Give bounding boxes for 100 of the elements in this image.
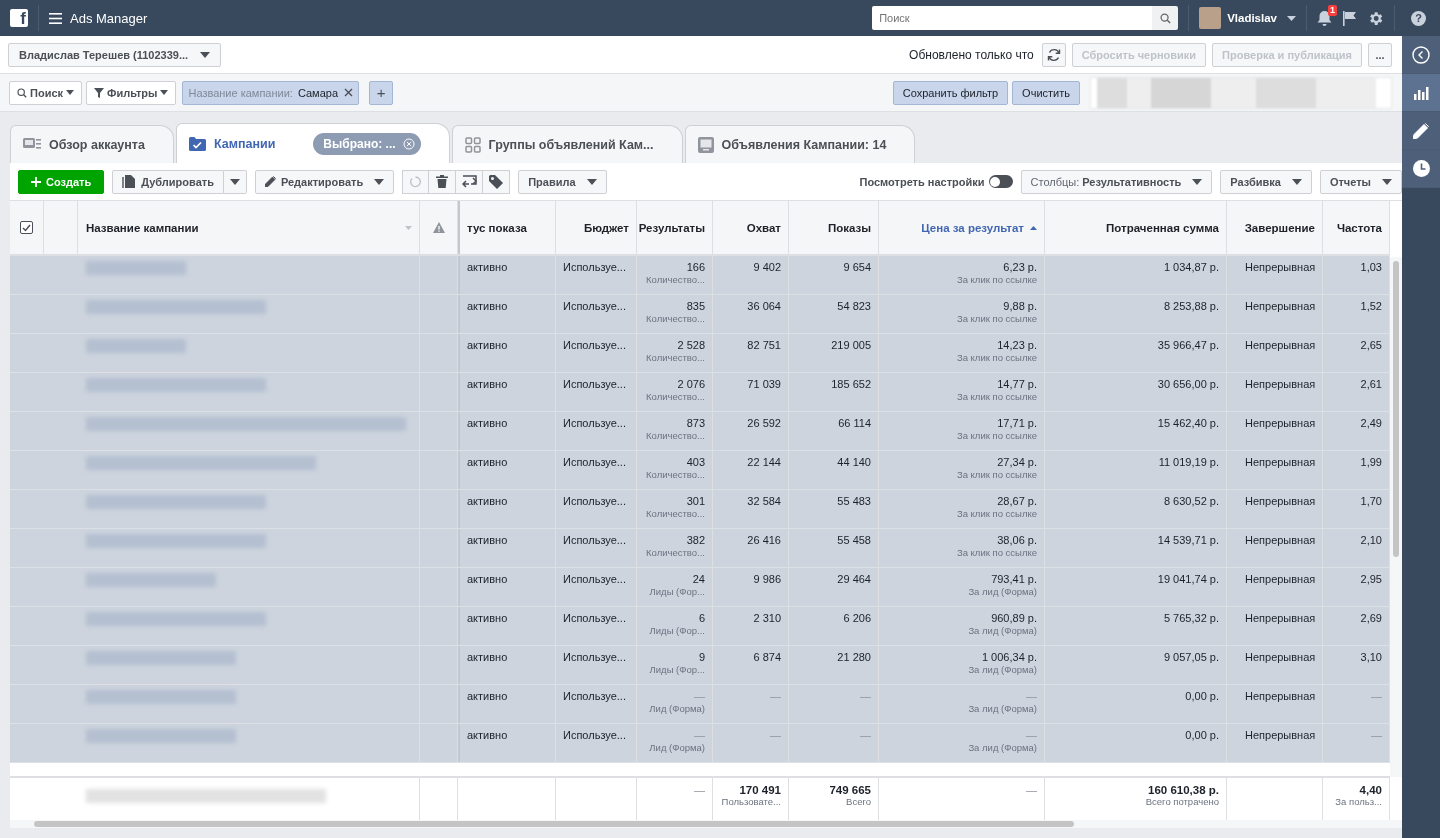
table-row[interactable]: активно Используе... — Лид (Форма) — — — За лид (Форма) 0,00 р. Непрерывная — — [10, 685, 1390, 724]
table-cell: — — [694, 690, 705, 702]
columns-dropdown[interactable]: Столбцы: Результативность — [1020, 169, 1213, 194]
flag-icon[interactable] — [1342, 10, 1357, 26]
column-header[interactable]: Охват — [746, 221, 781, 234]
menu-icon[interactable] — [49, 12, 62, 24]
account-selector[interactable]: Владислав Терешев (1102339... — [8, 42, 222, 67]
filter-chip-label: Название кампании: — [188, 86, 293, 99]
column-header[interactable]: Частота — [1336, 221, 1382, 234]
table-cell: — — [1371, 729, 1382, 741]
table-row[interactable]: активно Используе... — Лид (Форма) — — — За лид (Форма) 0,00 р. Непрерывная — — [10, 724, 1390, 763]
edit-button[interactable] — [1402, 112, 1440, 150]
table-cell: 19 041,74 р. — [1157, 573, 1219, 585]
tab[interactable]: Группы объявлений Кам... — [451, 125, 683, 163]
table-cell: Лид (Форма) — [649, 703, 705, 714]
column-header[interactable]: тус показа — [467, 221, 527, 234]
column-header[interactable]: Потраченная сумма — [1106, 221, 1219, 234]
swap-button[interactable] — [456, 169, 484, 194]
total-cell: — — [694, 784, 705, 796]
table-cell: За клик по ссылке — [956, 547, 1037, 558]
table-cell: Непрерывная — [1245, 534, 1316, 546]
bar-chart-icon — [1413, 84, 1429, 101]
table-row[interactable]: активно Используе... 2 076 Количество... 71 039 185 652 14,77 р. За клик по ссылке 30 656,00 р. Непрерывная 2,61 — [10, 373, 1390, 412]
scrollbar-thumb[interactable] — [34, 821, 1074, 827]
table-row[interactable]: активно Используе... 301 Количество... 32 584 55 483 28,67 р. За клик по ссылке 8 630,52 р. Непрерывная 1,70 — [10, 490, 1390, 529]
settings-icon[interactable] — [1367, 9, 1384, 27]
table-cell: 1,99 — [1360, 456, 1382, 468]
table-cell: 793,41 р. — [991, 573, 1037, 585]
close-icon[interactable] — [344, 88, 353, 97]
column-header[interactable]: Показы — [827, 221, 871, 234]
add-filter-button[interactable]: + — [369, 80, 393, 105]
table-cell: 1 006,34 р. — [981, 651, 1037, 663]
search-field[interactable]: Поиск — [872, 6, 1153, 30]
refresh-button[interactable] — [1041, 42, 1066, 67]
help-button[interactable]: ? — [1411, 10, 1426, 26]
column-header[interactable]: Название кампании — [86, 221, 199, 234]
search-icon — [1159, 12, 1171, 24]
tab[interactable]: Объявления Кампании: 14 — [684, 125, 916, 163]
column-header[interactable]: Завершение — [1244, 221, 1315, 234]
bell-icon[interactable] — [1317, 10, 1332, 26]
table-cell: Непрерывная — [1245, 339, 1316, 351]
duplicate-button[interactable]: Дублировать — [112, 169, 224, 194]
table-cell: 1,70 — [1360, 495, 1382, 507]
table-cell: 55 458 — [837, 534, 871, 546]
column-header[interactable]: Цена за результат — [921, 221, 1024, 234]
table-row[interactable]: активно Используе... 6 Лиды (Фор... 2 310 6 206 960,89 р. За лид (Форма) 5 765,32 р. Непрерывная 2,69 — [10, 607, 1390, 646]
rules-button[interactable]: Правила — [518, 169, 607, 194]
table-cell: 29 464 — [837, 573, 871, 585]
edit-button[interactable]: Редактировать — [254, 169, 395, 194]
tag-button[interactable] — [483, 169, 511, 194]
delete-button[interactable] — [429, 169, 457, 194]
table-cell: 6 874 — [753, 651, 781, 663]
total-label: Всего — [846, 796, 871, 807]
table-cell: За лид (Форма) — [968, 586, 1037, 597]
table-cell: Количество... — [646, 430, 705, 441]
table-cell: Лиды (Фор... — [649, 586, 705, 597]
caret-icon[interactable] — [1287, 15, 1296, 21]
filter-chip[interactable]: Название кампании: Самара — [182, 80, 359, 105]
table-cell: За лид (Форма) — [968, 703, 1037, 714]
search-button[interactable] — [1152, 6, 1179, 30]
scrollbar-thumb[interactable] — [1393, 261, 1399, 557]
table-row[interactable]: активно Используе... 166 Количество... 9 402 9 654 6,23 р. За клик по ссылке 1 034,87 р. Непрерывная 1,03 — [10, 256, 1390, 295]
table-row[interactable]: активно Используе... 9 Лиды (Фор... 6 874 21 280 1 006,34 р. За лид (Форма) 9 057,05 р. Непрерывная 3,10 — [10, 646, 1390, 685]
tab[interactable]: Обзор аккаунта — [10, 125, 174, 163]
table-row[interactable]: активно Используе... 2 528 Количество... 82 751 219 005 14,23 р. За клик по ссылке 35 966,47 р. Непрерывная 2,65 — [10, 334, 1390, 373]
column-header[interactable]: Бюджет — [583, 221, 629, 234]
table-cell: 21 280 — [837, 651, 871, 663]
grid-icon — [464, 136, 481, 153]
user-menu[interactable]: Vladislav — [1227, 12, 1277, 24]
select-all-checkbox[interactable] — [20, 221, 33, 234]
avatar[interactable] — [1199, 7, 1222, 29]
filters-dropdown[interactable]: Фильтры — [86, 80, 177, 105]
search-dropdown[interactable]: Поиск — [9, 80, 82, 105]
history-button[interactable] — [1402, 150, 1440, 188]
table-cell: — — [694, 729, 705, 741]
breakdown-dropdown[interactable]: Разбивка — [1220, 169, 1312, 194]
table-row[interactable]: активно Используе... 24 Лиды (Фор... 9 986 29 464 793,41 р. За лид (Форма) 19 041,74 р. Непрерывная 2,95 — [10, 568, 1390, 607]
save-filter-button[interactable]: Сохранить фильтр — [892, 80, 1009, 105]
view-settings-toggle[interactable] — [988, 175, 1013, 188]
table-cell: 2,10 — [1360, 534, 1382, 546]
chart-button[interactable] — [1402, 74, 1440, 112]
reports-dropdown[interactable]: Отчеты — [1319, 169, 1402, 194]
table-cell: активно — [467, 261, 508, 273]
caret-icon — [66, 90, 74, 95]
table-cell: 9,88 р. — [1003, 300, 1037, 312]
table-cell: — — [770, 690, 781, 702]
table-row[interactable]: активно Используе... 873 Количество... 26 592 66 114 17,71 р. За клик по ссылке 15 462,40 р. Непрерывная 2,49 — [10, 412, 1390, 451]
table-row[interactable]: активно Используе... 403 Количество... 22 144 44 140 27,34 р. За клик по ссылке 11 019,19 р. Непрерывная 1,99 — [10, 451, 1390, 490]
clear-button[interactable]: Очистить — [1012, 80, 1080, 105]
logo[interactable]: f — [10, 9, 28, 27]
table-cell: 9 402 — [753, 261, 781, 273]
tag-icon — [489, 174, 504, 189]
column-header[interactable]: Результаты — [638, 221, 705, 234]
table-cell: 26 416 — [747, 534, 781, 546]
duplicate-menu-button[interactable] — [223, 169, 247, 194]
table-row[interactable]: активно Используе... 835 Количество... 36 064 54 823 9,88 р. За клик по ссылке 8 253,88 р. Непрерывная 1,52 — [10, 295, 1390, 334]
table-row[interactable]: активно Используе... 382 Количество... 26 416 55 458 38,06 р. За клик по ссылке 14 539,71 р. Непрерывная 2,10 — [10, 529, 1390, 568]
more-button[interactable]: ... — [1368, 42, 1392, 67]
collapse-button[interactable] — [1402, 36, 1440, 74]
copy-icon — [122, 174, 137, 189]
